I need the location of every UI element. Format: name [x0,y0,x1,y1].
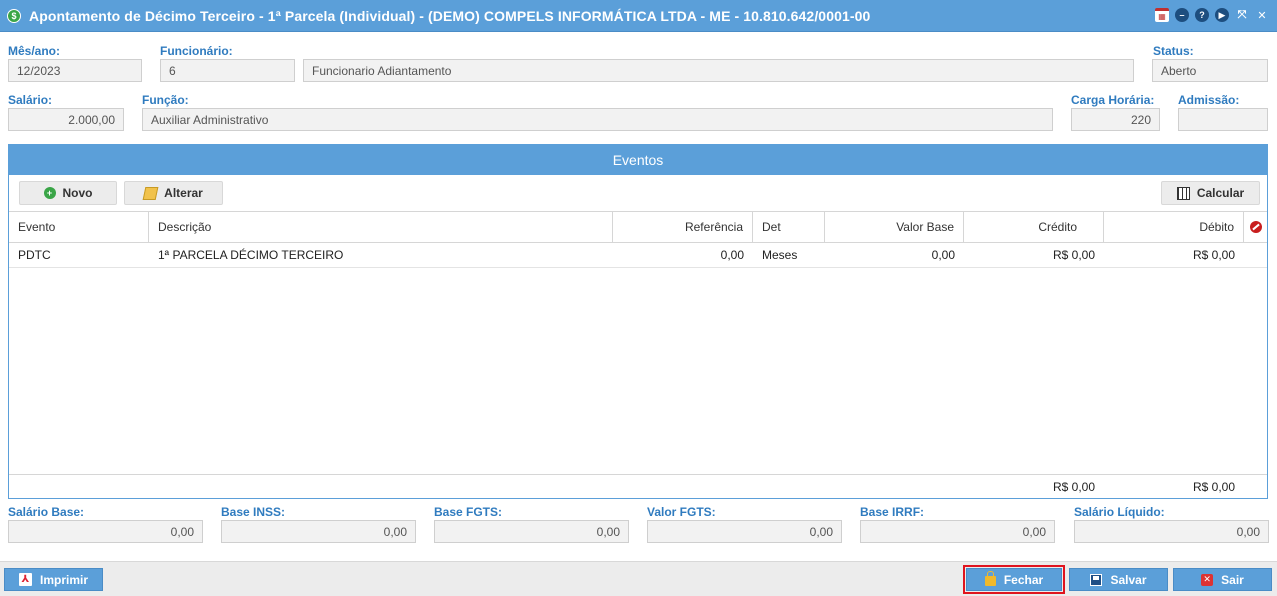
salvar-label: Salvar [1110,572,1147,587]
col-descricao[interactable]: Descrição [149,212,613,242]
add-icon: + [43,187,56,199]
window-title: Apontamento de Décimo Terceiro - 1ª Parc… [29,7,871,24]
salario-liquido-label: Salário Líquido: [1074,505,1165,519]
novo-button[interactable]: + Novo [19,181,117,205]
window-tools: ▦ – ? ▶ ⤧ ✕ [1155,8,1269,22]
carga-horaria-label: Carga Horária: [1071,93,1155,107]
calcular-button[interactable]: Calcular [1161,181,1260,205]
eventos-grid: Evento Descrição Referência Det Valor Ba… [9,211,1267,268]
minimize-icon[interactable]: – [1175,8,1189,22]
salario-liquido-field: 0,00 [1074,520,1269,543]
play-icon[interactable]: ▶ [1215,8,1229,22]
base-inss-field: 0,00 [221,520,416,543]
base-fgts-label: Base FGTS: [434,505,503,519]
salario-label: Salário: [8,93,53,107]
funcionario-name-field[interactable]: Funcionario Adiantamento [303,59,1134,82]
status-label: Status: [1153,44,1194,58]
close-icon[interactable]: ✕ [1255,8,1269,22]
sair-label: Sair [1221,572,1244,587]
pdf-icon: ⅄ [18,573,32,586]
salvar-button[interactable]: Salvar [1069,568,1168,591]
exit-icon: ✕ [1201,573,1214,586]
save-icon [1090,573,1103,586]
imprimir-button[interactable]: ⅄ Imprimir [4,568,103,591]
cell-descricao: 1ª PARCELA DÉCIMO TERCEIRO [158,248,344,262]
total-credito: R$ 0,00 [1052,480,1095,494]
block-icon[interactable] [1249,221,1262,233]
action-bar: ⅄ Imprimir Fechar Salvar ✕ Sair [0,561,1277,596]
funcao-label: Função: [142,93,189,107]
admissao-field[interactable] [1178,108,1268,131]
calcular-label: Calcular [1196,186,1245,200]
valor-fgts-field: 0,00 [647,520,842,543]
salario-base-field: 0,00 [8,520,203,543]
alterar-button[interactable]: Alterar [124,181,223,205]
cell-evento: PDTC [18,248,51,262]
lock-icon [984,571,996,586]
imprimir-label: Imprimir [39,572,88,587]
total-debito: R$ 0,00 [1192,480,1235,494]
col-det[interactable]: Det [753,212,825,242]
base-inss-label: Base INSS: [221,505,286,519]
funcao-field[interactable]: Auxiliar Administrativo [142,108,1053,131]
valor-fgts-label: Valor FGTS: [647,505,716,519]
fechar-button[interactable]: Fechar [963,565,1065,594]
cell-credito: R$ 0,00 [1052,248,1095,262]
calculator-icon [1176,186,1190,200]
cell-referencia: 0,00 [720,248,744,262]
table-row[interactable]: PDTC 1ª PARCELA DÉCIMO TERCEIRO 0,00 Mes… [9,243,1267,268]
grid-header: Evento Descrição Referência Det Valor Ba… [9,211,1267,243]
pencil-icon [142,186,159,200]
col-valor-base[interactable]: Valor Base [825,212,964,242]
app-icon: $ [7,8,21,23]
calendar-icon[interactable]: ▦ [1155,8,1169,22]
cell-det: Meses [762,248,798,262]
alterar-label: Alterar [164,186,203,200]
funcionario-label: Funcionário: [160,44,233,58]
novo-label: Novo [62,186,93,200]
fullscreen-icon[interactable]: ⤧ [1235,8,1249,22]
col-actions [1244,212,1267,242]
salario-field[interactable]: 2.000,00 [8,108,124,131]
admissao-label: Admissão: [1178,93,1240,107]
help-icon[interactable]: ? [1195,8,1209,22]
status-field: Aberto [1152,59,1268,82]
col-referencia[interactable]: Referência [613,212,753,242]
cell-debito: R$ 0,00 [1192,248,1235,262]
sair-button[interactable]: ✕ Sair [1173,568,1272,591]
fechar-label: Fechar [1003,572,1044,587]
salario-base-label: Salário Base: [8,505,85,519]
eventos-panel: Eventos + Novo Alterar Calcular Evento D… [8,144,1268,499]
mes-ano-field[interactable]: 12/2023 [8,59,142,82]
col-evento[interactable]: Evento [9,212,149,242]
funcionario-code-field[interactable]: 6 [160,59,295,82]
base-fgts-field: 0,00 [434,520,629,543]
mes-ano-label: Mês/ano: [8,44,61,58]
grid-footer: R$ 0,00 R$ 0,00 [9,474,1267,499]
base-irrf-label: Base IRRF: [860,505,925,519]
col-credito[interactable]: Crédito [964,212,1104,242]
carga-horaria-field[interactable]: 220 [1071,108,1160,131]
window-titlebar: $ Apontamento de Décimo Terceiro - 1ª Pa… [0,0,1277,32]
col-debito[interactable]: Débito [1104,212,1244,242]
eventos-title: Eventos [9,145,1267,175]
cell-valor-base: 0,00 [931,248,955,262]
base-irrf-field: 0,00 [860,520,1055,543]
